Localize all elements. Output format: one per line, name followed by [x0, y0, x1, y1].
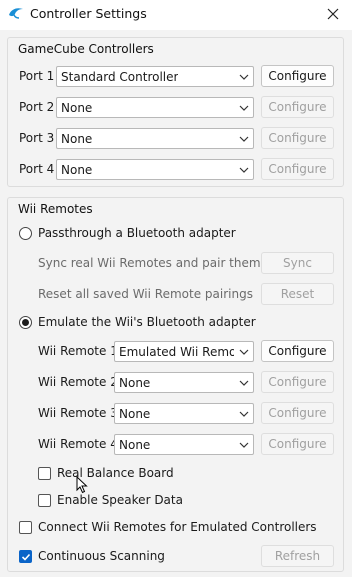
wii-remote-4-value: None: [119, 438, 151, 452]
chevron-down-icon: [239, 442, 249, 448]
wii-remote-4-configure-button[interactable]: Configure: [261, 433, 334, 455]
title-bar: Controller Settings: [0, 0, 352, 30]
port-3-select[interactable]: None: [56, 128, 254, 149]
close-button[interactable]: [320, 2, 346, 26]
mouse-pointer-icon: [76, 476, 88, 494]
port-4-value: None: [61, 163, 93, 177]
speaker-data-checkbox[interactable]: [38, 494, 51, 507]
chevron-down-icon: [239, 349, 249, 355]
wii-remote-3-value: None: [119, 407, 151, 421]
passthrough-label: Passthrough a Bluetooth adapter: [38, 226, 236, 240]
port-1-label: Port 1: [19, 69, 55, 83]
port-4-label: Port 4: [19, 162, 55, 176]
refresh-button[interactable]: Refresh: [261, 545, 334, 567]
port-2-configure-button[interactable]: Configure: [261, 96, 334, 118]
chevron-down-icon: [239, 411, 249, 417]
port-3-label: Port 3: [19, 131, 55, 145]
port-2-select[interactable]: None: [56, 97, 254, 118]
wii-remote-2-value: None: [119, 376, 151, 390]
emulate-bluetooth-label: Emulate the Wii's Bluetooth adapter: [38, 315, 256, 329]
wii-remote-2-select[interactable]: None: [114, 372, 254, 393]
port-2-value: None: [61, 101, 93, 115]
chevron-down-icon: [239, 167, 249, 173]
wii-remote-4-select[interactable]: None: [114, 434, 254, 455]
port-1-value: Standard Controller: [61, 70, 179, 84]
connect-emulated-checkbox[interactable]: [19, 521, 32, 534]
sync-description: Sync real Wii Remotes and pair them: [38, 256, 261, 270]
checkmark-icon: [21, 553, 31, 561]
wii-group-title: Wii Remotes: [18, 202, 93, 216]
chevron-down-icon: [239, 74, 249, 80]
gamecube-group-title: GameCube Controllers: [18, 42, 154, 56]
port-1-configure-button[interactable]: Configure: [261, 65, 334, 87]
port-4-configure-button[interactable]: Configure: [261, 158, 334, 180]
wii-remote-3-select[interactable]: None: [114, 403, 254, 424]
chevron-down-icon: [239, 136, 249, 142]
emulate-bluetooth-radio[interactable]: [19, 316, 32, 329]
window-title: Controller Settings: [30, 6, 147, 21]
speaker-data-label: Enable Speaker Data: [57, 493, 183, 507]
controller-settings-window: Controller Settings GameCube Controllers…: [0, 0, 352, 577]
dolphin-app-icon: [9, 8, 23, 19]
wii-remote-1-select[interactable]: Emulated Wii Remote: [114, 341, 254, 362]
reset-description: Reset all saved Wii Remote pairings: [38, 287, 253, 301]
reset-button[interactable]: Reset: [261, 283, 334, 305]
wii-remote-1-value: Emulated Wii Remote: [119, 345, 234, 359]
wii-remote-3-label: Wii Remote 3: [38, 406, 118, 420]
continuous-scanning-checkbox[interactable]: [19, 550, 32, 563]
chevron-down-icon: [239, 105, 249, 111]
wii-remote-4-label: Wii Remote 4: [38, 437, 118, 451]
port-2-label: Port 2: [19, 100, 55, 114]
wii-remote-1-configure-button[interactable]: Configure: [261, 340, 334, 362]
port-3-configure-button[interactable]: Configure: [261, 127, 334, 149]
real-balance-board-checkbox[interactable]: [38, 467, 51, 480]
chevron-down-icon: [239, 380, 249, 386]
close-icon: [327, 8, 339, 20]
connect-emulated-label: Connect Wii Remotes for Emulated Control…: [38, 520, 317, 534]
sync-button[interactable]: Sync: [261, 252, 334, 274]
port-4-select[interactable]: None: [56, 159, 254, 180]
real-balance-board-label: Real Balance Board: [57, 466, 174, 480]
passthrough-radio[interactable]: [19, 227, 32, 240]
wii-remote-3-configure-button[interactable]: Configure: [261, 402, 334, 424]
wii-remote-2-label: Wii Remote 2: [38, 375, 118, 389]
port-3-value: None: [61, 132, 93, 146]
wii-remote-1-label: Wii Remote 1: [38, 344, 118, 358]
wii-remote-2-configure-button[interactable]: Configure: [261, 371, 334, 393]
port-1-select[interactable]: Standard Controller: [56, 66, 254, 87]
continuous-scanning-label: Continuous Scanning: [38, 549, 165, 563]
